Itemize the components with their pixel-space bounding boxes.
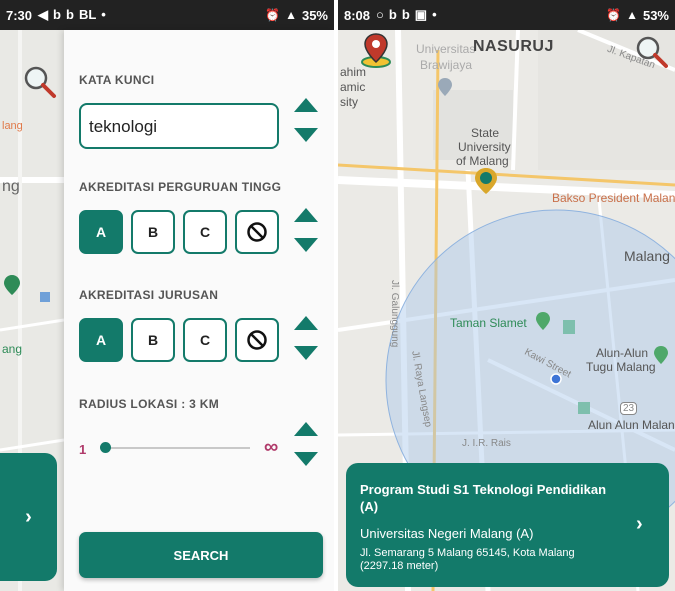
radius-slider-track[interactable] — [102, 447, 250, 449]
pt-option-none[interactable] — [235, 210, 279, 254]
block-icon — [247, 222, 267, 242]
pt-stepper — [294, 208, 318, 252]
navigation-icon: ◀ — [38, 7, 49, 22]
map-pin-icon — [4, 275, 20, 295]
map-label: Tugu Malang — [586, 360, 656, 374]
radius-max-label: ∞ — [264, 436, 279, 458]
radius-stepper — [294, 422, 318, 466]
alarm-icon: ⏰ — [606, 8, 622, 22]
map-label: ng — [2, 178, 20, 195]
notification-icons: ◀ b b BL • — [38, 7, 106, 23]
status-time: 8:08 — [344, 7, 371, 23]
signal-icon: ▲ — [285, 8, 297, 22]
notification-icons: ○ b b ▣ • — [376, 7, 437, 23]
arrow-down-icon[interactable] — [294, 452, 318, 466]
filter-drawer: KATA KUNCI teknologi AKREDITASI PERGURUA… — [64, 30, 334, 591]
map-label: Malang — [624, 248, 670, 264]
map-label: sity — [340, 95, 358, 109]
pt-accreditation-label: AKREDITASI PERGURUAN TINGG — [79, 180, 282, 194]
major-accreditation-label: AKREDITASI JURUSAN — [79, 288, 219, 302]
keyword-input[interactable]: teknologi — [79, 103, 279, 149]
result-title: Program Studi S1 Teknologi Pendidikan (A… — [360, 482, 607, 514]
b-icon: b — [65, 7, 74, 22]
battery-level: 35% — [301, 7, 328, 23]
map-label: ang — [2, 342, 23, 356]
keyword-label: KATA KUNCI — [79, 73, 155, 87]
radius-slider-thumb[interactable] — [100, 442, 111, 453]
major-accreditation-options: A B C — [79, 318, 279, 362]
search-button[interactable]: SEARCH — [79, 532, 323, 578]
pt-accreditation-options: A B C — [79, 210, 279, 254]
block-icon — [247, 330, 267, 350]
system-icons: ⏰ ▲ 35% — [265, 8, 328, 23]
map-label: Brawijaya — [420, 58, 473, 72]
alarm-icon: ⏰ — [265, 8, 281, 22]
open-result-button[interactable]: › — [0, 453, 57, 581]
arrow-down-icon[interactable] — [294, 128, 318, 142]
arrow-up-icon[interactable] — [294, 208, 318, 222]
map-label: Alun-Alun — [596, 346, 649, 360]
b-icon: b — [388, 7, 397, 22]
status-bar: 7:30 ◀ b b BL • ⏰ ▲ 35% — [0, 0, 334, 30]
map-label: University — [458, 140, 511, 154]
major-option-b[interactable]: B — [131, 318, 175, 362]
gallery-icon: ▣ — [414, 7, 428, 22]
keyword-stepper — [294, 98, 318, 142]
arrow-up-icon[interactable] — [294, 98, 318, 112]
system-icons: ⏰ ▲ 53% — [606, 8, 669, 23]
b-icon: b — [53, 7, 61, 22]
app-title: NASURUJ — [473, 38, 554, 55]
pt-option-a[interactable]: A — [79, 210, 123, 254]
radius-min-label: 1 — [79, 442, 87, 457]
major-option-none[interactable] — [235, 318, 279, 362]
map-label: amic — [340, 80, 366, 94]
arrow-up-icon[interactable] — [294, 422, 318, 436]
right-screen: 8:08 ○ b b ▣ • ⏰ ▲ 53% Universitas Brawi… — [338, 0, 675, 591]
dot-icon: • — [432, 7, 437, 22]
arrow-down-icon[interactable] — [294, 238, 318, 252]
whatsapp-icon: ○ — [376, 7, 384, 22]
university-marker-icon[interactable] — [475, 168, 497, 194]
major-option-c[interactable]: C — [183, 318, 227, 362]
b-icon: b — [401, 7, 410, 22]
map-label: of Malang — [456, 154, 509, 168]
status-bar: 8:08 ○ b b ▣ • ⏰ ▲ 53% — [338, 0, 675, 30]
map-label: Bakso President Malan — [552, 191, 675, 205]
chevron-right-icon[interactable]: › — [636, 513, 643, 536]
signal-icon: ▲ — [626, 8, 638, 22]
arrow-down-icon[interactable] — [294, 346, 318, 360]
pt-option-c[interactable]: C — [183, 210, 227, 254]
map-label: lang — [2, 120, 23, 132]
location-picker-icon[interactable] — [360, 32, 392, 68]
battery-level: 53% — [642, 7, 669, 23]
map-label: Universitas — [416, 42, 476, 56]
place-pin-icon — [438, 78, 452, 96]
radius-label: RADIUS LOKASI : 3 KM — [79, 397, 220, 411]
dot-icon: • — [101, 7, 106, 22]
major-option-a[interactable]: A — [79, 318, 123, 362]
map-label: Alun Alun Malang — [588, 418, 675, 432]
result-address: Jl. Semarang 5 Malang 65145, Kota Malang… — [360, 547, 575, 572]
left-screen: 7:30 ◀ b b BL • ⏰ ▲ 35% lang ng ang › KA… — [0, 0, 334, 591]
arrow-up-icon[interactable] — [294, 316, 318, 330]
road-label: J. I.R. Rais — [462, 438, 511, 449]
route-shield: 23 — [620, 402, 638, 415]
major-stepper — [294, 316, 318, 360]
status-time: 7:30 — [6, 7, 33, 23]
result-card[interactable]: Program Studi S1 Teknologi Pendidikan (A… — [346, 463, 669, 587]
search-icon[interactable] — [22, 64, 58, 100]
pt-option-b[interactable]: B — [131, 210, 175, 254]
search-icon[interactable] — [634, 34, 670, 70]
bl-icon: BL — [78, 7, 97, 22]
map-label: State — [471, 126, 500, 140]
park-pin-icon — [536, 312, 550, 330]
road-label: Jl. Galunggung — [389, 280, 400, 348]
result-university: Universitas Negeri Malang (A) — [360, 526, 534, 541]
map-label: Taman Slamet — [450, 316, 527, 330]
chevron-right-icon: › — [25, 505, 32, 528]
park-pin-icon — [654, 346, 668, 364]
